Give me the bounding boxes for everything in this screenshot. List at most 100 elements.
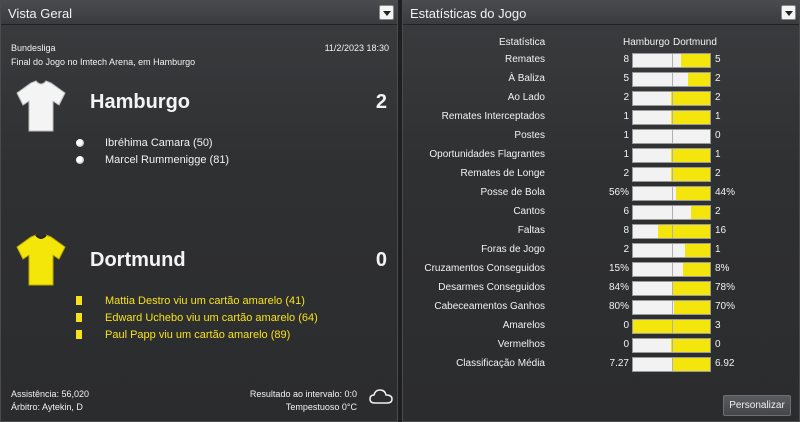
stat-row: Amarelos 0 3	[403, 317, 800, 336]
home-shirt-icon	[16, 80, 66, 132]
away-stat-value: 44%	[715, 187, 736, 198]
stat-comparison-bar	[632, 72, 711, 87]
home-stat-value: 1	[623, 130, 629, 141]
halftime-result: Resultado ao intervalo: 0:0	[249, 389, 357, 399]
away-share-fill	[681, 54, 710, 67]
match-event-text[interactable]: Ibréhima Camara (50)	[105, 137, 213, 149]
stat-label: Amarelos	[502, 320, 545, 331]
stat-label: Foras de Jogo	[481, 244, 545, 255]
match-event-text[interactable]: Marcel Rummenigge (81)	[105, 154, 229, 166]
bar-midline	[672, 187, 673, 200]
away-stat-value: 16	[715, 225, 727, 236]
away-shirt-icon	[16, 234, 66, 286]
home-stat-value: 0	[623, 339, 629, 350]
bar-midline	[672, 225, 673, 238]
match-venue: Final do Jogo no Imtech Arena, em Hambur…	[11, 57, 196, 67]
away-stat-value: 6.92	[715, 358, 735, 369]
bar-midline	[672, 54, 673, 67]
stats-menu-dropdown-icon[interactable]	[781, 5, 796, 20]
stat-label: Remates	[504, 54, 545, 65]
home-stat-value: 2	[623, 92, 629, 103]
home-stat-value: 8	[623, 225, 629, 236]
home-stat-value: 0	[623, 320, 629, 331]
away-stat-value: 2	[715, 92, 721, 103]
stat-label: Cruzamentos Conseguidos	[424, 263, 545, 274]
stat-row: Postes 1 0	[403, 127, 800, 146]
away-share-fill	[671, 149, 710, 162]
stat-label: Posse de Bola	[480, 187, 546, 198]
stat-comparison-bar	[632, 205, 711, 220]
away-stat-value: 78%	[715, 282, 736, 293]
bar-midline	[672, 73, 673, 86]
yellow-card-icon	[76, 296, 82, 305]
bar-midline	[672, 206, 673, 219]
away-stat-value: 2	[715, 168, 721, 179]
away-stat-value: 0	[715, 339, 721, 350]
referee[interactable]: Árbitro: Aytekin, D	[11, 402, 83, 412]
stat-comparison-bar	[632, 281, 711, 296]
away-share-fill	[688, 73, 710, 86]
overview-menu-dropdown-icon[interactable]	[379, 5, 394, 20]
stat-label: Cantos	[513, 206, 545, 217]
stat-label: Ao Lado	[507, 92, 545, 103]
away-share-fill	[674, 301, 710, 314]
away-share-fill	[671, 92, 710, 105]
bar-midline	[672, 149, 673, 162]
bar-midline	[672, 168, 673, 181]
home-stat-value: 80%	[608, 301, 629, 312]
away-team-score: 0	[375, 249, 387, 271]
stat-column-header: Estatística	[499, 37, 546, 48]
customize-button[interactable]: Personalizar	[723, 395, 791, 416]
home-stat-value: 5	[623, 73, 629, 84]
home-team-name[interactable]: Hamburgo	[90, 91, 190, 114]
match-stats-panel: Estatísticas do Jogo Estatística Hamburg…	[402, 0, 800, 422]
match-event-text[interactable]: Edward Uchebo viu um cartão amarelo (64)	[105, 312, 318, 324]
away-share-fill	[658, 225, 710, 238]
away-team-name[interactable]: Dortmund	[90, 249, 186, 272]
stat-label: Remates Interceptados	[441, 111, 545, 122]
match-event-text[interactable]: Mattia Destro viu um cartão amarelo (41)	[105, 295, 305, 307]
away-stat-value: 5	[715, 54, 721, 65]
stats-panel-title: Estatísticas do Jogo	[410, 6, 527, 21]
stat-row: Foras de Jogo 2 1	[403, 241, 800, 260]
away-share-fill	[672, 358, 710, 371]
yellow-card-icon	[76, 313, 82, 322]
stat-comparison-bar	[632, 53, 711, 68]
competition-name[interactable]: Bundesliga	[11, 43, 56, 53]
away-share-fill	[691, 206, 710, 219]
stat-label: Remates de Longe	[460, 168, 545, 179]
stat-row: Remates Interceptados 1 1	[403, 108, 800, 127]
match-datetime: 11/2/2023 18:30	[324, 43, 389, 53]
stat-comparison-bar	[632, 110, 711, 125]
away-share-fill	[671, 339, 710, 352]
stat-comparison-bar	[632, 91, 711, 106]
stat-label: À Baliza	[508, 73, 545, 84]
away-share-fill	[676, 187, 710, 200]
home-stat-value: 1	[623, 149, 629, 160]
home-stat-value: 1	[623, 111, 629, 122]
stat-label: Cabeceamentos Ganhos	[434, 301, 545, 312]
match-event-text[interactable]: Paul Papp viu um cartão amarelo (89)	[105, 329, 290, 341]
away-share-fill	[685, 244, 710, 257]
stat-row: Remates de Longe 2 2	[403, 165, 800, 184]
overview-panel-header: Vista Geral	[1, 1, 397, 25]
bar-midline	[672, 111, 673, 124]
stat-comparison-bar	[632, 357, 711, 372]
stat-row: Posse de Bola 56% 44%	[403, 184, 800, 203]
away-stat-value: 1	[715, 244, 721, 255]
stat-label: Classificação Média	[456, 358, 545, 369]
stat-comparison-bar	[632, 186, 711, 201]
bar-midline	[672, 263, 673, 276]
away-stat-value: 1	[715, 149, 721, 160]
weather-text: Tempestuoso 0°C	[285, 402, 357, 412]
stat-comparison-bar	[632, 262, 711, 277]
stat-row: Classificação Média 7.27 6.92	[403, 355, 800, 374]
bar-midline	[672, 92, 673, 105]
away-stat-value: 3	[715, 320, 721, 331]
stat-comparison-bar	[632, 129, 711, 144]
away-stat-value: 2	[715, 206, 721, 217]
stat-row: Ao Lado 2 2	[403, 89, 800, 108]
bar-midline	[672, 320, 673, 333]
bar-midline	[672, 301, 673, 314]
stats-panel-header: Estatísticas do Jogo	[403, 1, 799, 25]
